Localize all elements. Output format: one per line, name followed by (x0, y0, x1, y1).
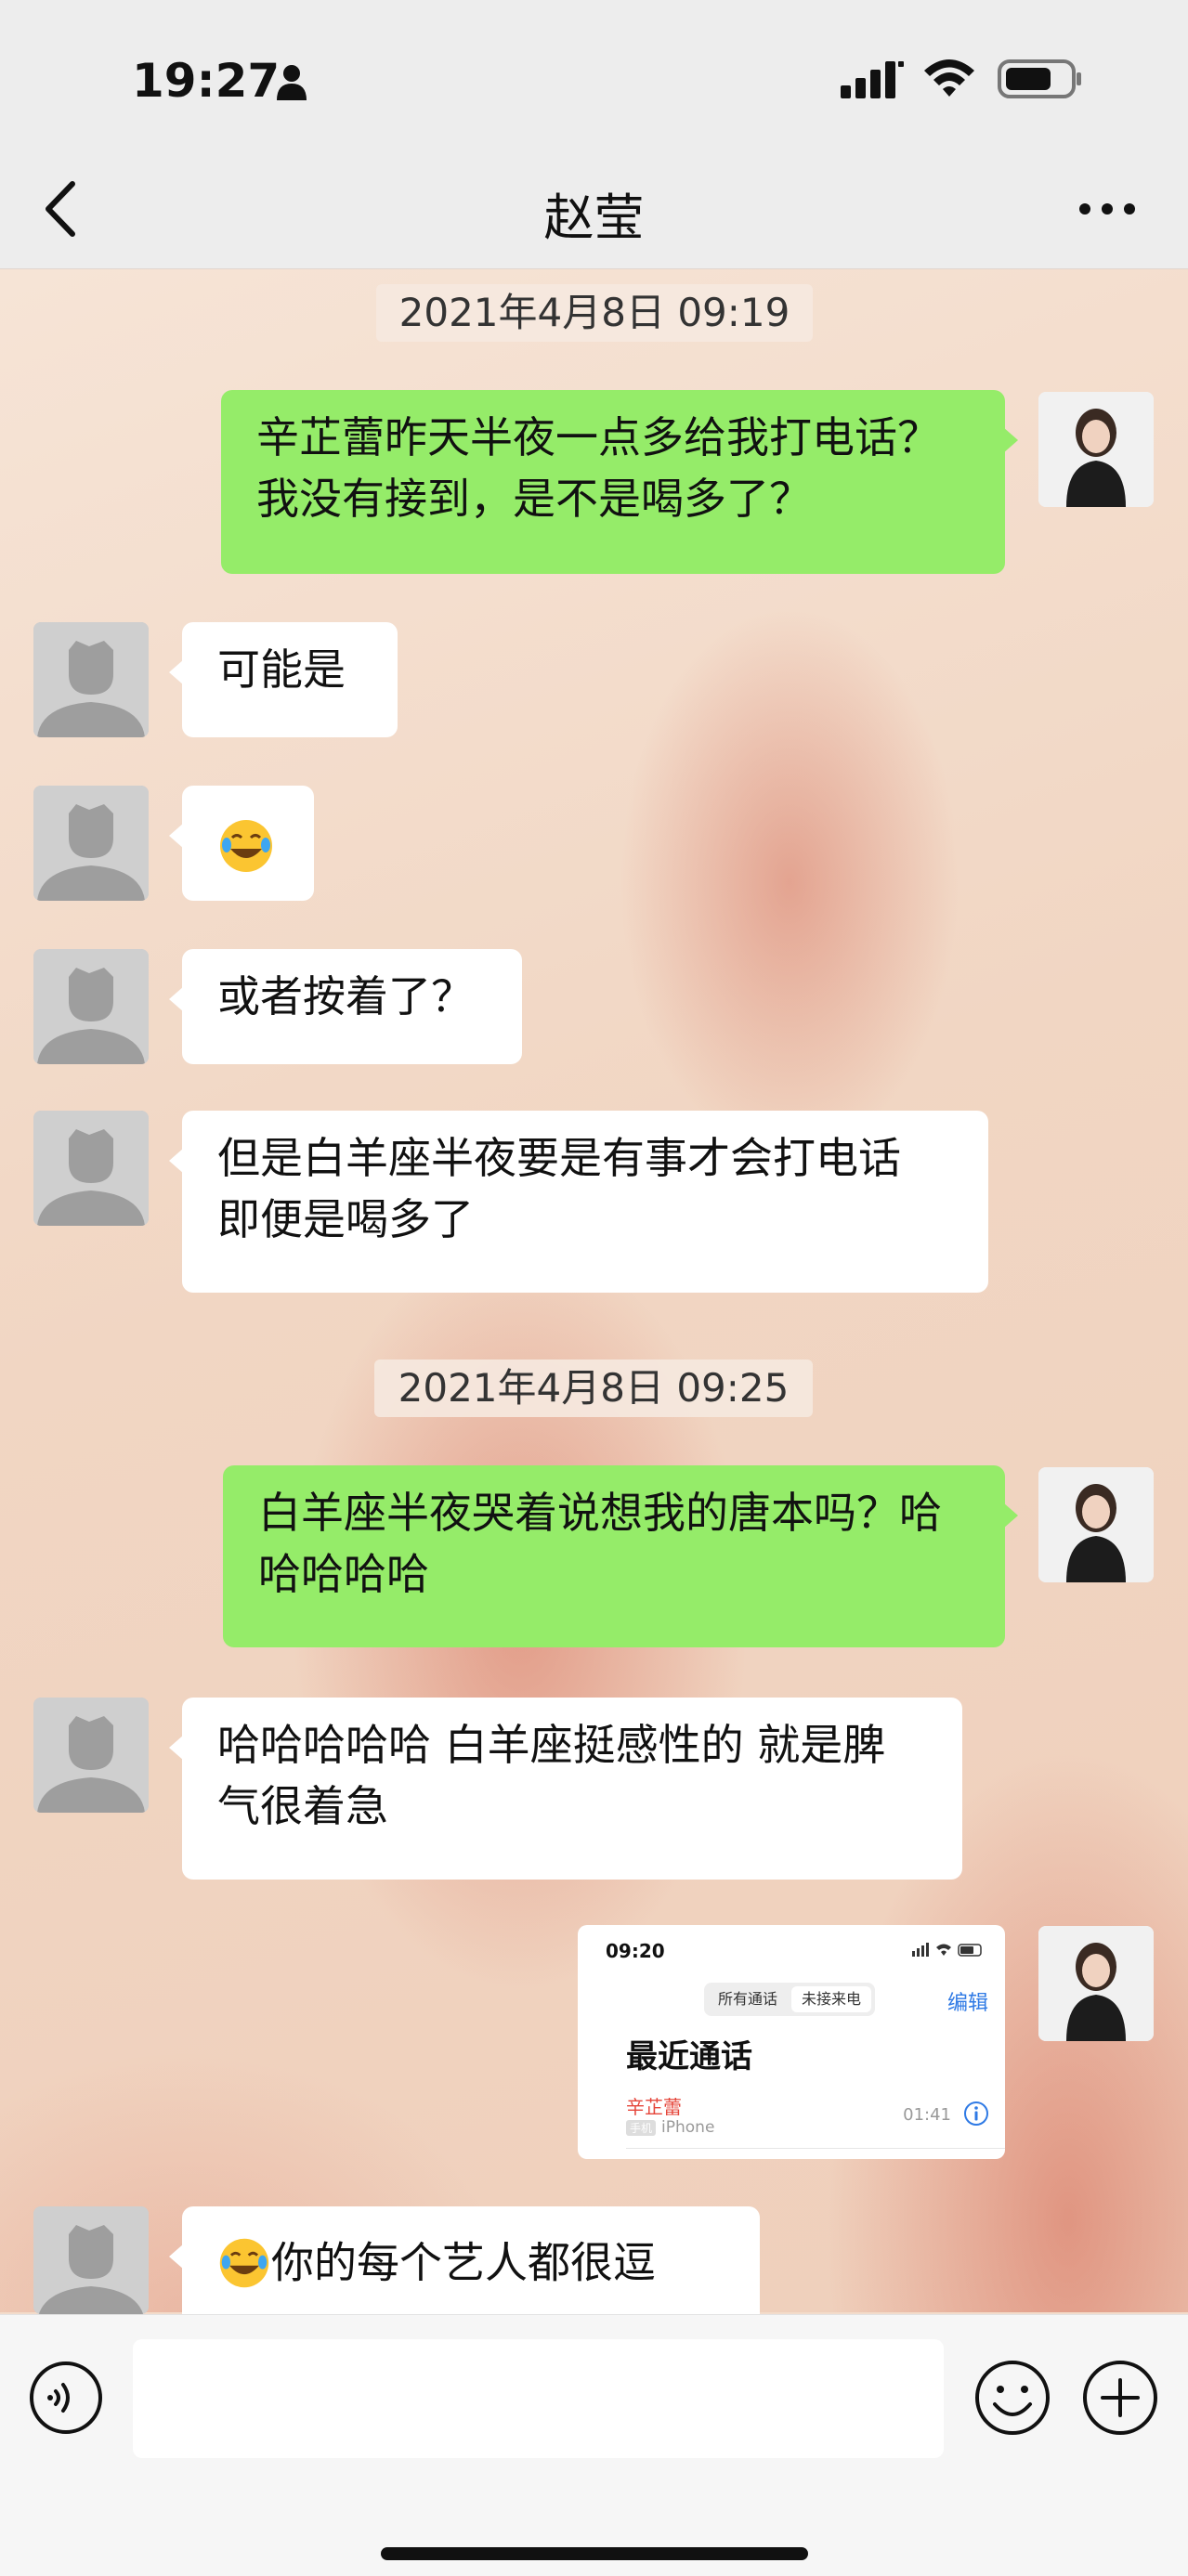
tab-missed-calls[interactable]: 未接来电 (791, 1986, 871, 2012)
user-avatar[interactable] (1038, 1467, 1154, 1582)
caller-name: 辛芷蕾 (626, 2096, 682, 2118)
incoming-message[interactable]: 你的每个艺人都很逗 (169, 2206, 760, 2314)
call-duration: 01:41 (903, 2105, 951, 2125)
default-avatar-icon (33, 786, 149, 901)
phone-tag: 手机 (626, 2120, 657, 2136)
avatar-photo-icon (1038, 1926, 1154, 2041)
contact-avatar[interactable] (33, 622, 149, 737)
incoming-message[interactable]: 可能是 (169, 622, 398, 737)
contact-avatar[interactable] (33, 786, 149, 901)
screenshot-status-icons (912, 1943, 982, 1957)
incoming-emoji-message[interactable] (169, 786, 314, 901)
incoming-message[interactable]: 或者按着了？ (169, 949, 522, 1064)
input-bar (0, 2314, 1188, 2576)
screenshot-time: 09:20 (606, 1940, 665, 1962)
wifi-icon (924, 59, 974, 97)
default-avatar-icon (33, 1111, 149, 1226)
default-avatar-icon (33, 622, 149, 737)
chat-title: 赵莹 (543, 189, 645, 247)
person-icon (277, 65, 307, 100)
emoji-icon[interactable] (973, 2358, 1052, 2438)
info-icon[interactable] (962, 2100, 990, 2127)
battery-icon (998, 59, 1081, 98)
incoming-message[interactable]: 哈哈哈哈哈 白羊座挺感性的 就是脾气很着急 (169, 1698, 962, 1880)
tab-all-calls[interactable]: 所有通话 (708, 1986, 788, 2012)
avatar-photo-icon (1038, 1467, 1154, 1582)
signal-icon (841, 61, 904, 98)
home-indicator[interactable] (381, 2547, 808, 2560)
contact-avatar[interactable] (33, 1111, 149, 1226)
voice-icon[interactable] (28, 2360, 104, 2436)
default-avatar-icon (33, 949, 149, 1064)
contact-avatar[interactable] (33, 949, 149, 1064)
timestamp: 2021年4月8日 09:19 (376, 284, 813, 342)
status-bar: 19:27 (0, 0, 1188, 149)
edit-link[interactable]: 编辑 (947, 1986, 988, 2016)
message-input[interactable] (133, 2339, 944, 2458)
device-label: iPhone (661, 2118, 715, 2137)
timestamp: 2021年4月8日 09:25 (374, 1360, 813, 1417)
message-text: 你的每个艺人都很逗 (271, 2237, 656, 2288)
user-avatar[interactable] (1038, 1926, 1154, 2041)
caller-device: 手机 iPhone (626, 2118, 714, 2137)
contact-avatar[interactable] (33, 2206, 149, 2314)
tears-of-joy-emoji (219, 2238, 269, 2287)
call-filter-segmented-control[interactable]: 所有通话 未接来电 (704, 1983, 875, 2016)
status-time: 19:27 (132, 54, 281, 108)
incoming-message[interactable]: 但是白羊座半夜要是有事才会打电话 即便是喝多了 (169, 1111, 988, 1293)
outgoing-message[interactable]: 辛芷蕾昨天半夜一点多给我打电话？我没有接到，是不是喝多了？ (221, 390, 1018, 574)
default-avatar-icon (33, 2206, 149, 2314)
more-dots-icon[interactable] (1077, 200, 1137, 218)
contact-avatar[interactable] (33, 1698, 149, 1813)
outgoing-message[interactable]: 白羊座半夜哭着说想我的唐本吗？哈哈哈哈哈 (223, 1465, 1018, 1647)
chat-header: 赵莹 (0, 149, 1188, 269)
divider (626, 2148, 1005, 2149)
plus-icon[interactable] (1080, 2358, 1160, 2438)
recents-title: 最近通话 (626, 2038, 752, 2075)
tears-of-joy-emoji (220, 819, 272, 872)
call-log-screenshot[interactable]: 09:20 所有通话 未接来电 编辑 最近通话 辛芷蕾 手机 iPhone 01:… (578, 1925, 1005, 2159)
user-avatar[interactable] (1038, 392, 1154, 507)
default-avatar-icon (33, 1698, 149, 1813)
avatar-photo-icon (1038, 392, 1154, 507)
